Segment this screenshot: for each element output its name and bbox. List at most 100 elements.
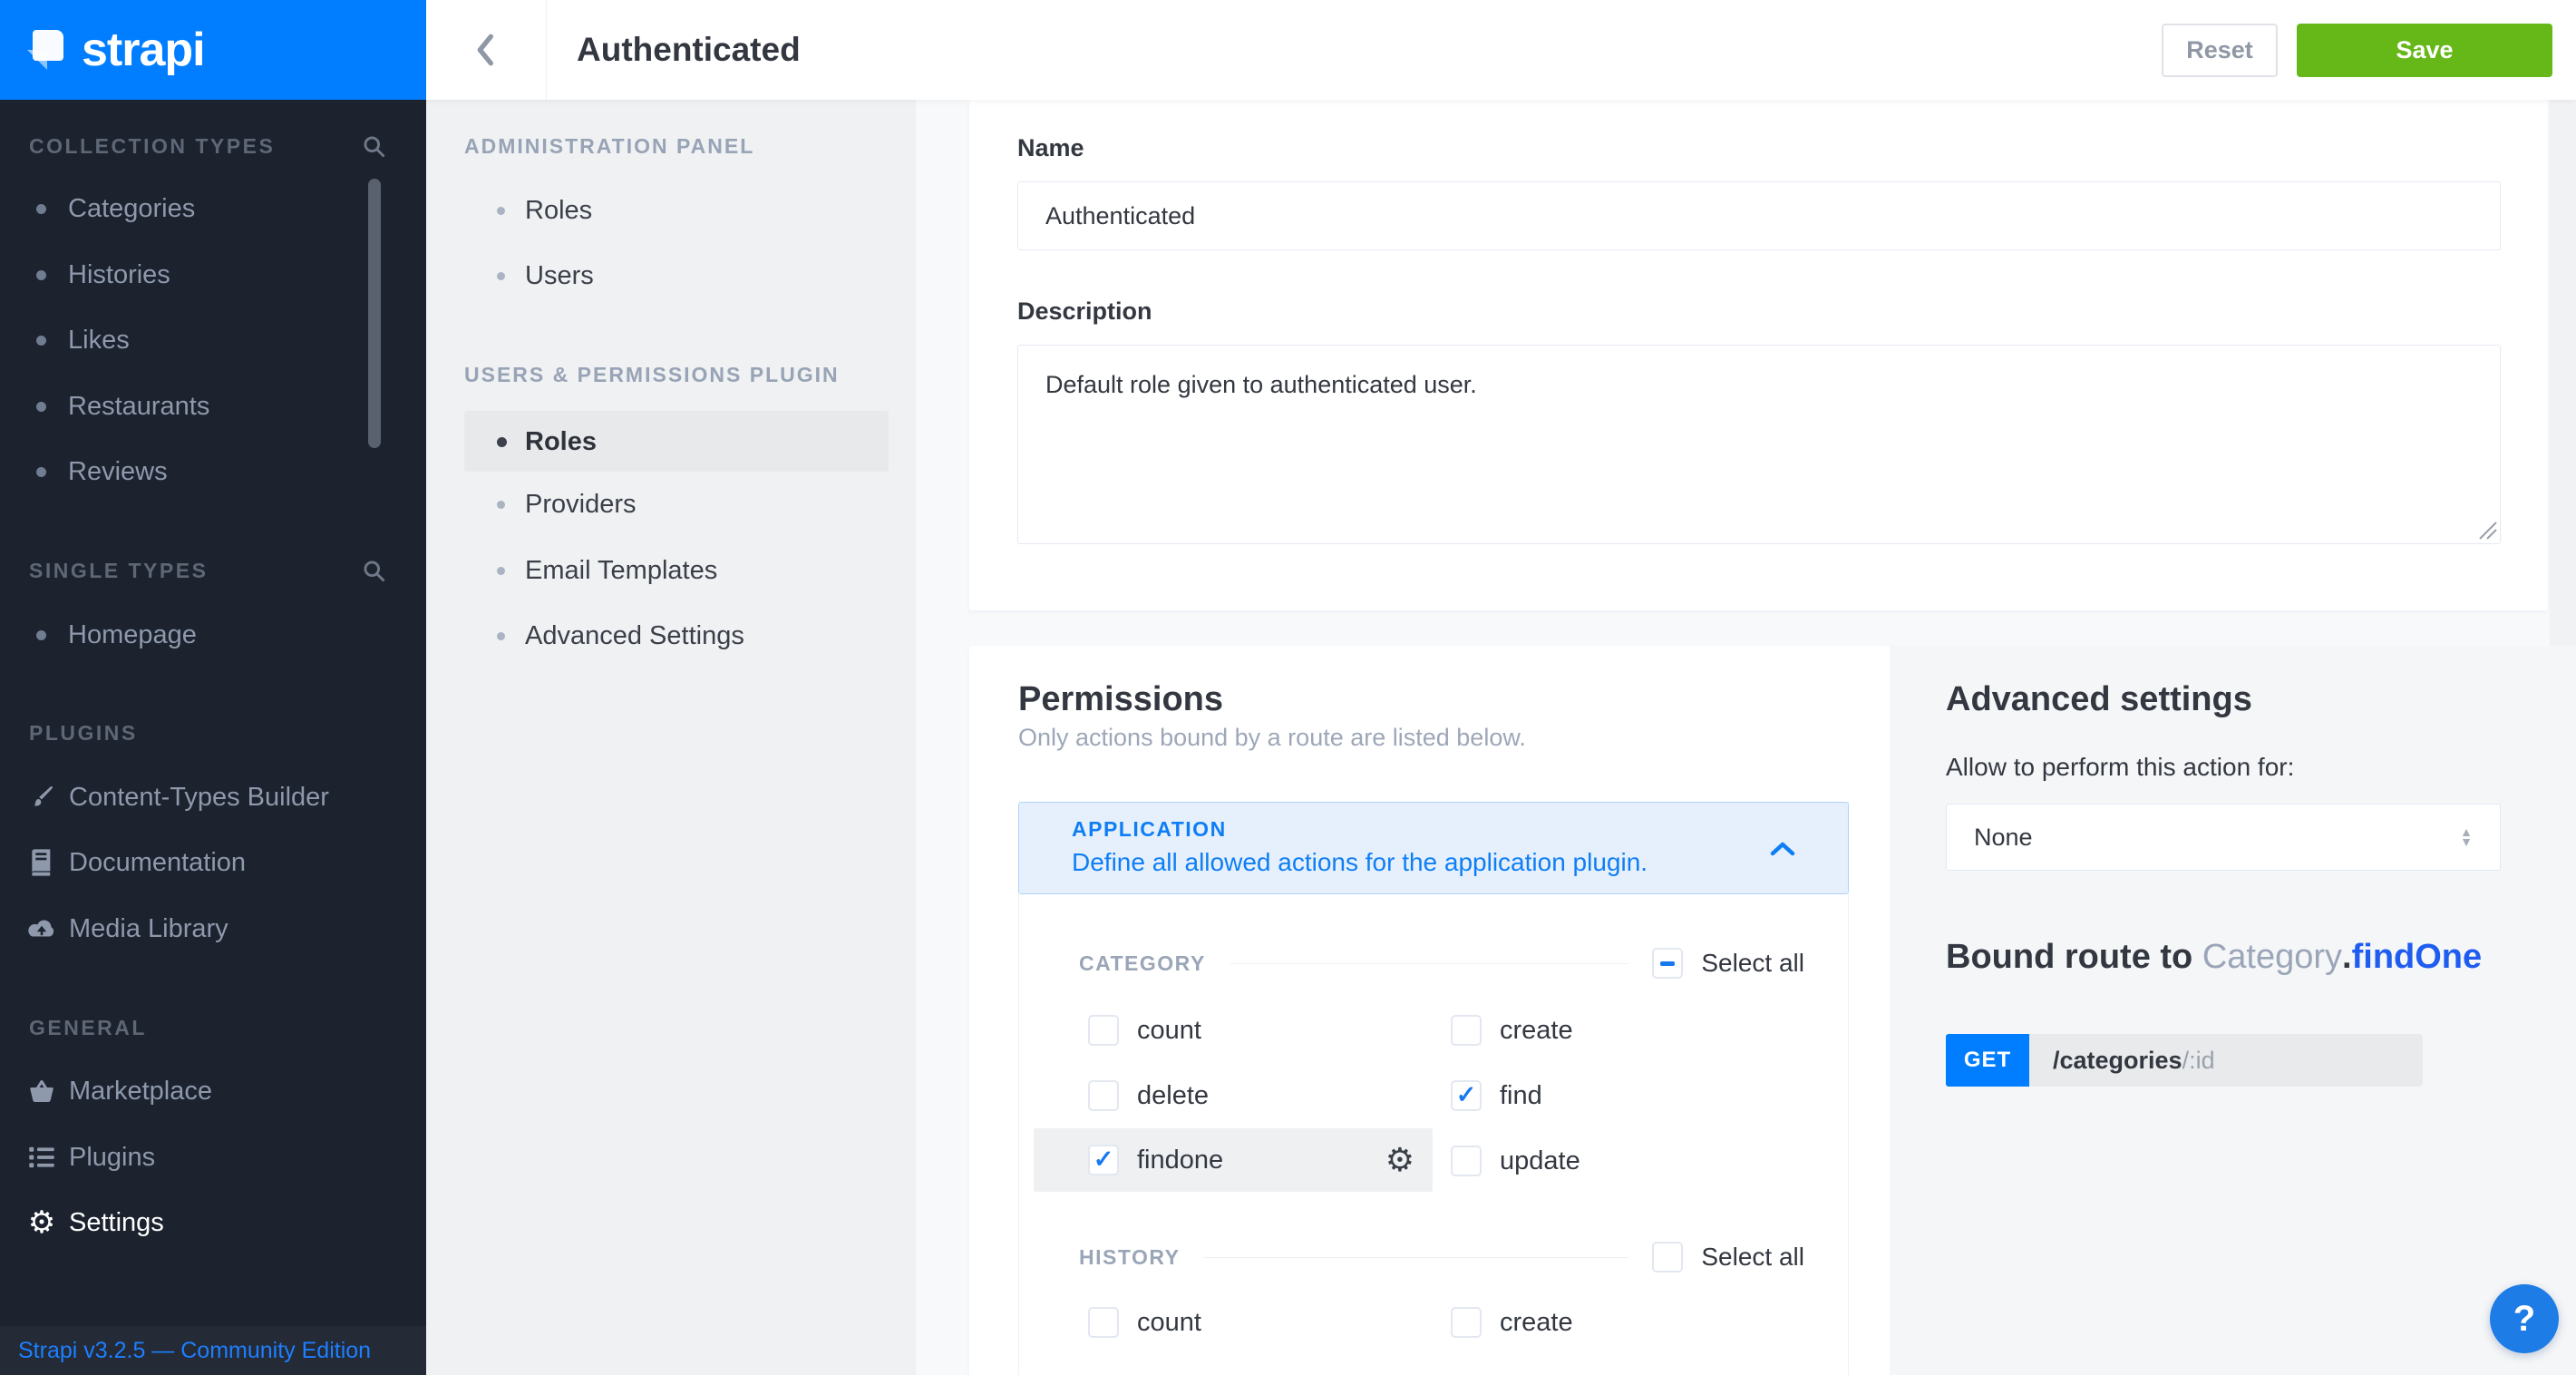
cloud-upload-icon: [25, 917, 58, 941]
name-label: Name: [1017, 134, 1084, 162]
perm-cell-history-count: ✓count: [1088, 1290, 1201, 1355]
bullet-icon: [497, 272, 505, 280]
help-button[interactable]: ?: [2490, 1284, 2559, 1353]
perm-cell-delete: ✓delete: [1088, 1063, 1209, 1128]
sidebar-item-marketplace[interactable]: Marketplace: [0, 1058, 426, 1124]
resize-handle-icon[interactable]: [2476, 519, 2498, 541]
reset-button[interactable]: Reset: [2162, 24, 2278, 77]
permissions-body: CATEGORY Select all ✓count ✓create ✓dele…: [1018, 894, 1849, 1375]
accordion-title: APPLICATION: [1072, 817, 1227, 842]
allow-action-select[interactable]: None ▲▼: [1946, 804, 2501, 871]
strapi-logo-text: strapi: [82, 23, 205, 77]
group-title: HISTORY: [1079, 1245, 1180, 1270]
checkbox-update[interactable]: ✓: [1451, 1146, 1482, 1176]
bullet-icon: [497, 437, 507, 447]
book-icon: [25, 848, 58, 877]
advanced-settings-title: Advanced settings: [1946, 680, 2252, 719]
bullet-icon: [497, 501, 505, 509]
checkbox-find[interactable]: ✓: [1451, 1080, 1482, 1111]
sidebar-item-likes[interactable]: Likes: [0, 307, 426, 373]
sidebar-footer: Strapi v3.2.5 — Community Edition: [0, 1326, 426, 1375]
description-textarea[interactable]: Default role given to authenticated user…: [1017, 345, 2501, 544]
advanced-settings-panel: Advanced settings Allow to perform this …: [1890, 646, 2576, 1375]
bullet-icon: [497, 632, 505, 640]
sidebar-item-homepage[interactable]: Homepage: [0, 602, 426, 668]
permissions-title: Permissions: [1018, 680, 1223, 719]
search-icon[interactable]: [362, 559, 386, 583]
section-plugins: PLUGINS: [0, 700, 426, 766]
subnav-item-advanced-settings[interactable]: Advanced Settings: [426, 603, 916, 668]
select-all-checkbox[interactable]: [1652, 948, 1683, 979]
version-link[interactable]: Strapi v3.2.5 — Community Edition: [18, 1338, 371, 1364]
permissions-card: Permissions Only actions bound by a rout…: [969, 646, 1890, 1375]
sidebar-item-documentation[interactable]: Documentation: [0, 830, 426, 895]
checkbox-delete[interactable]: ✓: [1088, 1080, 1119, 1111]
strapi-logo[interactable]: strapi: [0, 0, 426, 100]
section-single-types: SINGLE TYPES: [0, 538, 426, 603]
subnav-item-admin-users[interactable]: Users: [426, 243, 916, 308]
strapi-admin-app: strapi COLLECTION TYPES Categories Histo…: [0, 0, 2576, 1375]
checkbox-history-count[interactable]: ✓: [1088, 1307, 1119, 1338]
sidebar-item-plugins[interactable]: Plugins: [0, 1125, 426, 1190]
subnav-item-admin-roles[interactable]: Roles: [426, 178, 916, 243]
accordion-description: Define all allowed actions for the appli…: [1072, 848, 1648, 877]
main-content: Name Description Default role given to a…: [916, 100, 2576, 1375]
bullet-icon: [497, 567, 505, 575]
action-settings-gear-icon[interactable]: ⚙: [1385, 1144, 1414, 1176]
select-all-label[interactable]: Select all: [1701, 949, 1804, 978]
checkbox-findone[interactable]: ✓: [1088, 1145, 1119, 1175]
checkbox-create[interactable]: ✓: [1451, 1015, 1482, 1046]
sidebar-item-settings[interactable]: ⚙ Settings: [0, 1190, 426, 1255]
allow-action-value: None: [1974, 824, 2033, 852]
bullet-icon: [36, 467, 46, 477]
list-icon: [25, 1145, 58, 1170]
name-input[interactable]: [1017, 181, 2501, 250]
perm-cell-findone-highlighted: ✓ findone ⚙: [1034, 1128, 1433, 1192]
group-header-category: CATEGORY Select all: [1079, 931, 1804, 996]
bullet-icon: [36, 402, 46, 412]
sidebar-item-reviews[interactable]: Reviews: [0, 439, 426, 504]
allow-action-label: Allow to perform this action for:: [1946, 753, 2294, 782]
sidebar-item-categories[interactable]: Categories: [0, 176, 426, 241]
route-path: /categories/:id: [2029, 1034, 2423, 1087]
sidebar-item-histories[interactable]: Histories: [0, 242, 426, 307]
strapi-logo-icon: [27, 30, 67, 70]
brush-icon: [25, 783, 58, 812]
checkbox-count[interactable]: ✓: [1088, 1015, 1119, 1046]
bound-route-row: GET /categories/:id: [1946, 1034, 2423, 1087]
subnav-item-email-templates[interactable]: Email Templates: [426, 538, 916, 603]
permissions-subtitle: Only actions bound by a route are listed…: [1018, 724, 1526, 752]
chevron-left-icon: [472, 32, 500, 68]
header-divider: [546, 0, 547, 100]
application-accordion[interactable]: APPLICATION Define all allowed actions f…: [1018, 802, 1849, 894]
http-method-badge: GET: [1946, 1034, 2029, 1087]
perm-cell-create: ✓create: [1451, 998, 1573, 1063]
checkbox-history-create[interactable]: ✓: [1451, 1307, 1482, 1338]
bullet-icon: [36, 204, 46, 214]
main-sidebar: COLLECTION TYPES Categories Histories Li…: [0, 100, 426, 1375]
basket-icon: [25, 1078, 58, 1105]
sidebar-scrollbar-thumb[interactable]: [368, 179, 381, 448]
select-all-label[interactable]: Select all: [1701, 1243, 1804, 1272]
perm-cell-count: ✓count: [1088, 998, 1201, 1063]
back-button[interactable]: [426, 0, 546, 100]
section-collection-types: COLLECTION TYPES: [0, 113, 426, 179]
bullet-icon: [36, 336, 46, 346]
select-stepper-icon: ▲▼: [2460, 827, 2473, 847]
page-header: Authenticated Reset Save: [426, 0, 2576, 100]
page-title: Authenticated: [577, 0, 801, 100]
gear-icon: ⚙: [25, 1207, 58, 1238]
save-button[interactable]: Save: [2297, 24, 2552, 77]
search-icon[interactable]: [362, 134, 386, 159]
settings-subnav: ADMINISTRATION PANEL Roles Users USERS &…: [426, 100, 916, 1375]
perm-cell-update: ✓update: [1451, 1128, 1580, 1194]
sidebar-item-restaurants[interactable]: Restaurants: [0, 374, 426, 439]
chevron-up-icon: [1770, 841, 1795, 857]
subnav-item-providers[interactable]: Providers: [426, 472, 916, 537]
subnav-item-up-roles[interactable]: Roles: [464, 409, 889, 474]
perm-cell-find: ✓find: [1451, 1063, 1542, 1128]
sidebar-item-content-types-builder[interactable]: Content-Types Builder: [0, 765, 426, 830]
sidebar-item-media-library[interactable]: Media Library: [0, 896, 426, 961]
bound-route-heading: Bound route to Category.findOne: [1946, 938, 2482, 977]
select-all-checkbox[interactable]: [1652, 1242, 1683, 1273]
